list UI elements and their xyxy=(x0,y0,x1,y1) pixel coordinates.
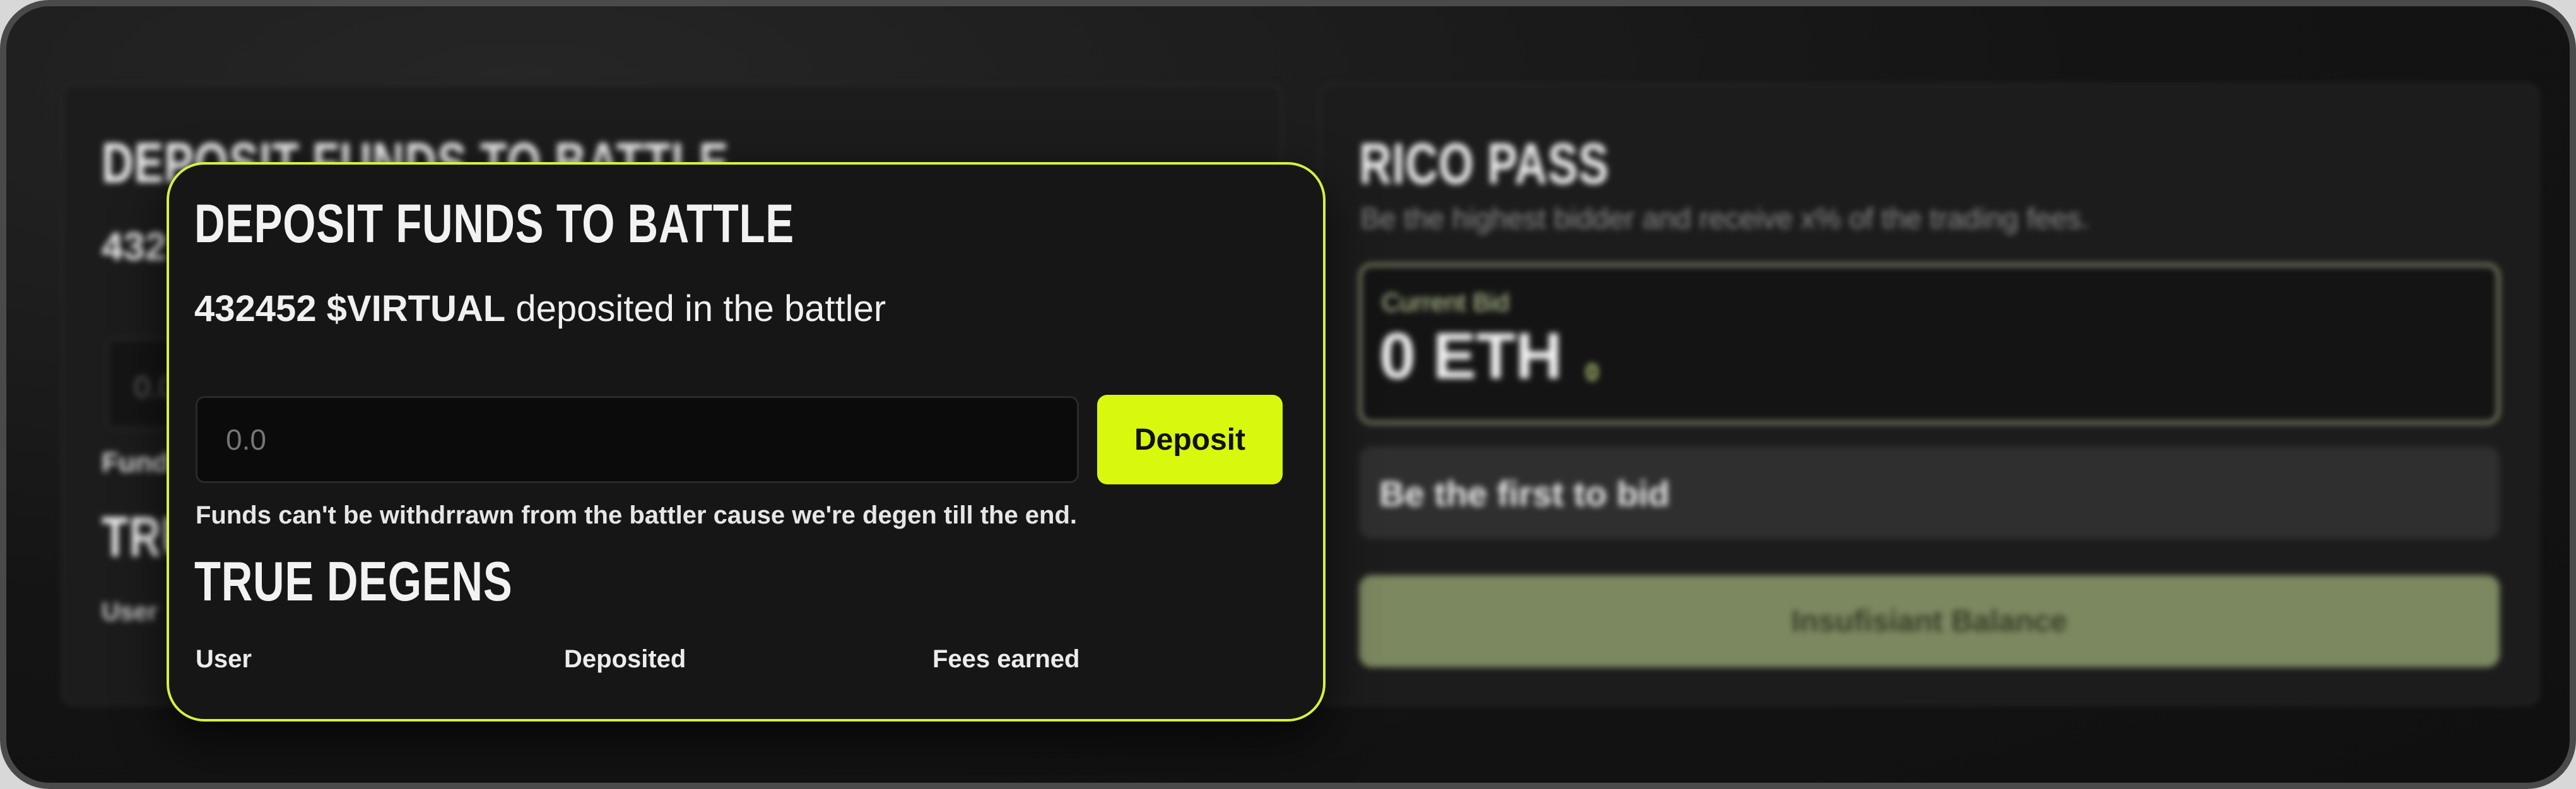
first-bid-message: Be the first to bid xyxy=(1359,447,2500,539)
deposited-amount-suffix: deposited in the battler xyxy=(515,288,886,329)
column-header-deposited: Deposited xyxy=(564,645,686,673)
current-bid-label: Current Bid xyxy=(1382,289,1510,317)
true-degens-title: TRUE DEGENS xyxy=(194,550,513,612)
deposited-amount: 432452 $VIRTUAL xyxy=(194,288,506,329)
column-header-fees-earned: Fees earned xyxy=(932,645,1080,673)
modal-title: DEPOSIT FUNDS TO BATTLE xyxy=(194,194,794,254)
background-note: Fund xyxy=(102,447,170,478)
deposit-modal: DEPOSIT FUNDS TO BATTLE 432452 $VIRTUAL … xyxy=(167,162,1326,722)
deposit-button[interactable]: Deposit xyxy=(1097,395,1283,484)
app-frame: DEPOSIT FUNDS TO BATTLE 432 0.0 Fund TRU… xyxy=(0,0,2576,789)
background-column-user: User xyxy=(102,598,158,626)
insufficient-balance-button[interactable]: Insufisiant Balance xyxy=(1359,575,2500,667)
rico-pass-title: RICO PASS xyxy=(1359,132,1609,196)
current-bid-subvalue: 0 xyxy=(1585,359,1599,386)
column-header-user: User xyxy=(196,645,252,673)
deposit-amount-input[interactable] xyxy=(196,396,1079,483)
rico-pass-subtitle: Be the highest bidder and receive x% of … xyxy=(1360,202,2090,235)
current-bid-box: Current Bid 0 ETH 0 xyxy=(1359,264,2500,424)
current-bid-value: 0 ETH xyxy=(1379,320,1563,393)
deposited-amount-line: 432452 $VIRTUAL deposited in the battler xyxy=(194,288,886,330)
withdraw-note: Funds can't be withdrrawn from the battl… xyxy=(196,501,1078,529)
background-amount: 432 xyxy=(102,225,167,269)
rico-pass-panel: RICO PASS Be the highest bidder and rece… xyxy=(1319,84,2539,705)
